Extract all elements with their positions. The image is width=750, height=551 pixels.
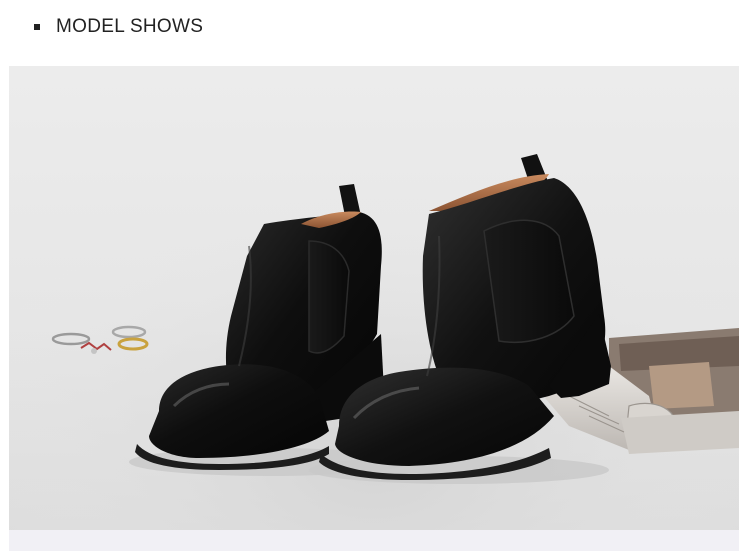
section-title: MODEL SHOWS bbox=[56, 16, 204, 37]
bullet-marker bbox=[34, 24, 40, 30]
section-header: MODEL SHOWS bbox=[0, 0, 750, 60]
bottom-strip bbox=[9, 530, 739, 551]
product-photo bbox=[9, 66, 739, 530]
boots-illustration bbox=[9, 66, 739, 530]
